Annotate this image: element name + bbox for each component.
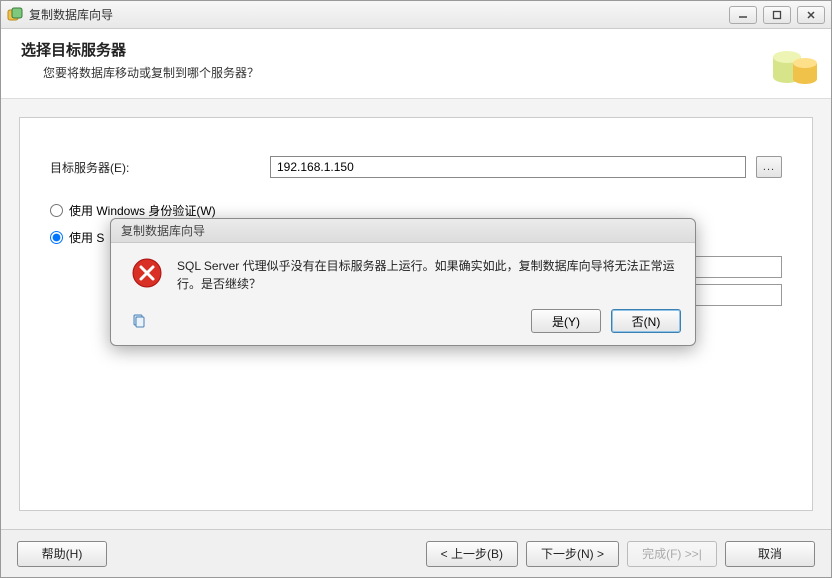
page-title: 选择目标服务器 [21,39,811,60]
dest-server-input[interactable] [270,156,746,178]
dest-server-label: 目标服务器(E): [50,159,270,176]
dialog-body: SQL Server 代理似乎没有在目标服务器上运行。如果确实如此，复制数据库向… [111,243,695,303]
auth-sql-label: 使用 S [69,229,104,246]
dialog-message: SQL Server 代理似乎没有在目标服务器上运行。如果确实如此，复制数据库向… [177,257,675,293]
auth-sql-radio[interactable] [50,231,63,244]
next-button[interactable]: 下一步(N) > [526,541,619,567]
error-icon [131,257,163,289]
browse-button[interactable]: ... [756,156,782,178]
close-button[interactable] [797,6,825,24]
dest-server-row: 目标服务器(E): ... [50,156,782,178]
maximize-button[interactable] [763,6,791,24]
help-button[interactable]: 帮助(H) [17,541,107,567]
no-button[interactable]: 否(N) [611,309,681,333]
page-subtitle: 您要将数据库移动或复制到哪个服务器？ [43,64,811,81]
copy-icon[interactable] [131,313,147,329]
titlebar: 复制数据库向导 [1,1,831,29]
yes-button[interactable]: 是(Y) [531,309,601,333]
dialog-title: 复制数据库向导 [111,219,695,243]
window-title: 复制数据库向导 [29,6,729,23]
back-button[interactable]: < 上一步(B) [426,541,518,567]
error-dialog: 复制数据库向导 SQL Server 代理似乎没有在目标服务器上运行。如果确实如… [110,218,696,346]
cancel-button[interactable]: 取消 [725,541,815,567]
auth-windows-radio[interactable] [50,204,63,217]
auth-windows-label: 使用 Windows 身份验证(W) [69,202,216,219]
window-controls [729,6,825,24]
minimize-button[interactable] [729,6,757,24]
wizard-header: 选择目标服务器 您要将数据库移动或复制到哪个服务器？ [1,29,831,99]
finish-button: 完成(F) >>| [627,541,717,567]
wizard-footer: 帮助(H) < 上一步(B) 下一步(N) > 完成(F) >>| 取消 [1,529,831,577]
auth-windows-row: 使用 Windows 身份验证(W) [50,202,782,219]
dialog-footer: 是(Y) 否(N) [111,303,695,345]
app-icon [7,7,23,23]
header-decoration [761,37,821,89]
